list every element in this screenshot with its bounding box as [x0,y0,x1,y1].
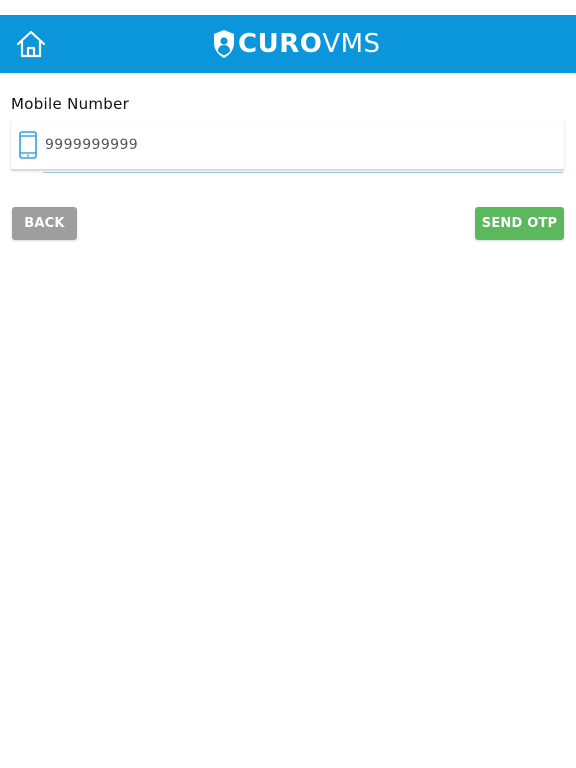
home-icon [16,30,46,58]
app-header: CURO VMS [0,15,576,73]
app-logo: CURO VMS [212,28,381,60]
logo-text-light: VMS [322,29,381,59]
shield-user-icon [214,30,234,58]
home-button[interactable] [14,27,48,61]
input-underline [43,172,563,173]
mobile-number-input[interactable] [45,131,545,159]
back-button[interactable]: BACK [12,207,77,240]
smartphone-icon [19,131,37,159]
mobile-number-field[interactable] [11,121,564,170]
status-strip [0,0,576,15]
send-otp-button[interactable]: SEND OTP [475,207,564,240]
mobile-number-label: Mobile Number [11,95,130,113]
logo-text-bold: CURO [238,29,323,59]
